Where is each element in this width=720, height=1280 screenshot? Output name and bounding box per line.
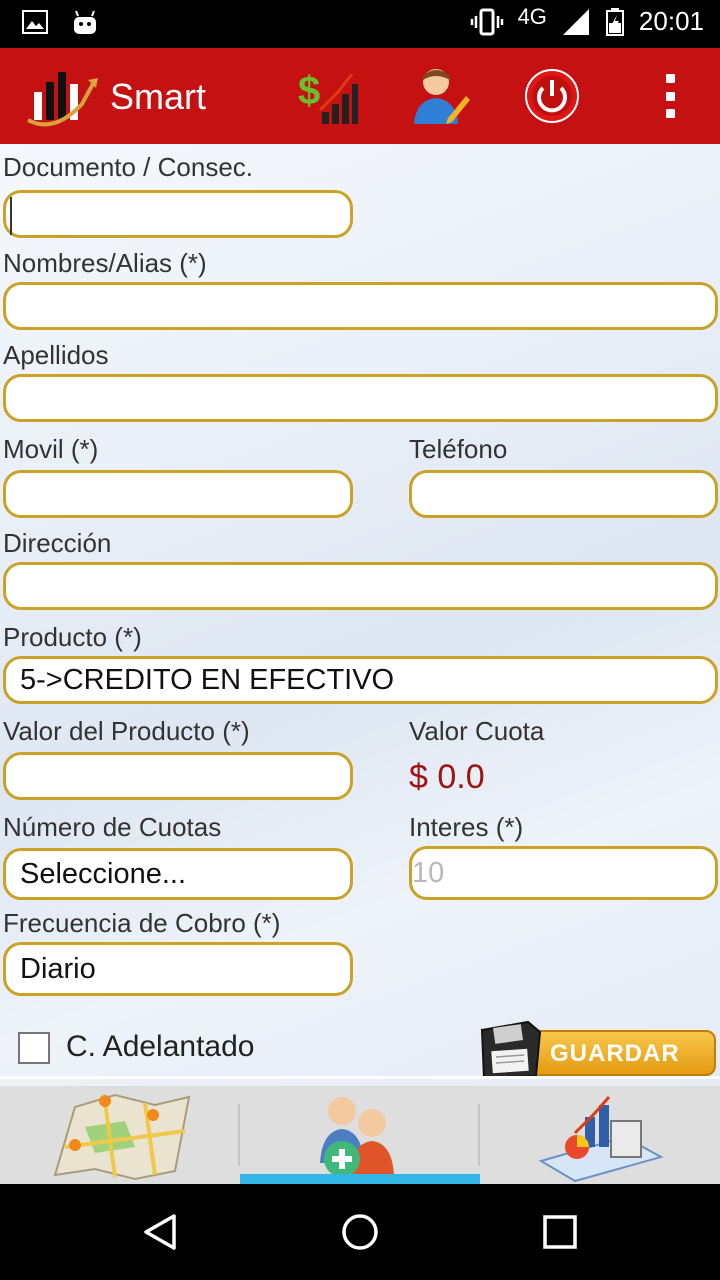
report-icon [538,1096,664,1183]
nombres-label: Nombres/Alias (*) [3,248,207,278]
logout-button[interactable] [520,64,584,128]
adelantado-checkbox[interactable] [18,1032,50,1064]
back-button[interactable] [136,1208,184,1256]
valor-producto-label: Valor del Producto (*) [3,716,250,746]
navigation-bar [0,1184,720,1280]
battery-icon [605,7,624,36]
vibrate-icon [470,8,503,35]
bottom-tabs [0,1086,720,1184]
signal-icon [562,8,589,35]
home-button[interactable] [336,1208,384,1256]
apellidos-input[interactable] [3,374,718,422]
finance-button[interactable]: $ [296,64,360,128]
interes-value: 10 [412,856,445,889]
app-bar: Smart $ [0,48,720,144]
power-icon [525,69,579,123]
direccion-input[interactable] [3,562,718,610]
documento-input[interactable] [3,190,353,238]
android-notification-icon [74,10,96,34]
save-button[interactable]: GUARDAR [474,1020,718,1082]
text-cursor [10,197,12,235]
telefono-input[interactable] [409,470,718,518]
movil-label: Movil (*) [3,434,99,464]
edit-profile-button[interactable] [408,64,472,128]
frecuencia-select[interactable]: Diario [3,942,353,996]
user-edit-icon [414,69,470,124]
dollar-chart-icon: $ [298,69,358,124]
recents-button[interactable] [536,1208,584,1256]
movil-input[interactable] [3,470,353,518]
selected-tab-indicator [240,1174,480,1184]
tab-map[interactable] [0,1086,240,1184]
clock: 20:01 [638,6,704,36]
numero-cuotas-select[interactable]: Seleccione... [3,848,353,900]
tab-add-client[interactable] [240,1086,480,1184]
frecuencia-value: Diario [20,952,96,985]
producto-select[interactable]: 5->CREDITO EN EFECTIVO [3,656,718,704]
client-form: Documento / Consec. Nombres/Alias (*) Ap… [0,144,720,1086]
interes-input: 10 [409,846,718,900]
overflow-menu-icon[interactable] [664,74,676,118]
image-notification-icon [22,10,48,34]
network-type: 4G [517,3,547,29]
numero-cuotas-value: Seleccione... [20,857,187,890]
app-title: Smart [110,76,207,117]
valor-cuota-value: $ 0.0 [409,758,485,796]
nombres-input[interactable] [3,282,718,330]
telefono-label: Teléfono [409,434,508,464]
add-client-icon [320,1097,394,1177]
status-bar: 4G 20:01 [0,0,720,48]
back-icon [144,1214,176,1250]
recents-icon [543,1215,577,1249]
divider [0,1076,720,1079]
tab-reports[interactable] [480,1086,720,1184]
valor-producto-input[interactable] [3,752,353,800]
numero-cuotas-label: Número de Cuotas [3,812,222,842]
floppy-disk-icon [480,1020,542,1080]
valor-cuota-label: Valor Cuota [409,716,545,746]
producto-label: Producto (*) [3,622,142,652]
svg-text:$: $ [298,69,320,113]
documento-label: Documento / Consec. [3,152,254,182]
home-icon [342,1214,378,1250]
frecuencia-label: Frecuencia de Cobro (*) [3,908,281,938]
map-icon [53,1093,191,1181]
interes-label: Interes (*) [409,812,524,842]
adelantado-label: C. Adelantado [66,1030,255,1063]
apellidos-label: Apellidos [3,340,109,370]
producto-value: 5->CREDITO EN EFECTIVO [20,663,395,696]
save-button-label: GUARDAR [550,1040,680,1067]
direccion-label: Dirección [3,528,112,558]
smart-pay-logo [27,72,98,127]
